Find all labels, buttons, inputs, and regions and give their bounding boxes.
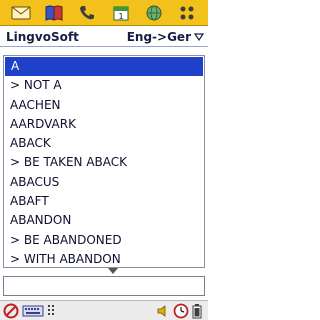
word-list-item[interactable]: ABACUS — [4, 173, 204, 192]
app-title: LingvoSoft — [6, 29, 79, 44]
keyboard-icon[interactable] — [22, 302, 44, 320]
scroll-down-arrow-icon[interactable] — [108, 268, 118, 274]
language-direction-select[interactable]: Eng->Ger — [126, 29, 205, 44]
word-list-item[interactable]: ABANDON — [4, 211, 204, 230]
word-list-item[interactable]: A — [5, 57, 203, 77]
input-mode-icon[interactable] — [47, 302, 57, 320]
word-list-item[interactable]: AACHEN — [4, 96, 204, 115]
word-list-item[interactable]: > NOT A — [4, 76, 204, 95]
battery-icon[interactable] — [192, 302, 202, 320]
word-list-item[interactable]: AARDVARK — [4, 115, 204, 134]
apps-grid-icon[interactable] — [176, 2, 198, 24]
word-list-item[interactable]: > WITH ABANDON — [4, 250, 204, 267]
word-list-item[interactable]: ABACK — [4, 134, 204, 153]
word-list-item[interactable]: > BE ABANDONED — [4, 231, 204, 250]
word-list-item[interactable]: ABAFT — [4, 192, 204, 211]
dictionary-book-icon[interactable] — [43, 2, 65, 24]
word-list[interactable]: A > NOT A AACHEN AARDVARK ABACK > BE TAKEN AB… — [3, 55, 205, 268]
app-launcher-bar: 1 — [0, 0, 208, 26]
word-list-item[interactable]: > BE TAKEN ABACK — [4, 153, 204, 172]
messaging-icon[interactable] — [10, 2, 32, 24]
search-input[interactable] — [3, 276, 205, 296]
phone-handset-icon[interactable] — [76, 2, 98, 24]
title-bar: LingvoSoft Eng->Ger — [0, 27, 208, 47]
volume-icon[interactable] — [156, 302, 170, 320]
calendar-icon[interactable]: 1 — [110, 2, 132, 24]
clock-icon[interactable] — [173, 302, 189, 320]
globe-icon[interactable] — [143, 2, 165, 24]
svg-text:1: 1 — [118, 12, 123, 21]
no-entry-icon[interactable] — [3, 302, 19, 320]
chevron-down-icon — [193, 30, 205, 44]
status-bar — [0, 300, 208, 320]
language-direction-label: Eng->Ger — [126, 29, 191, 44]
